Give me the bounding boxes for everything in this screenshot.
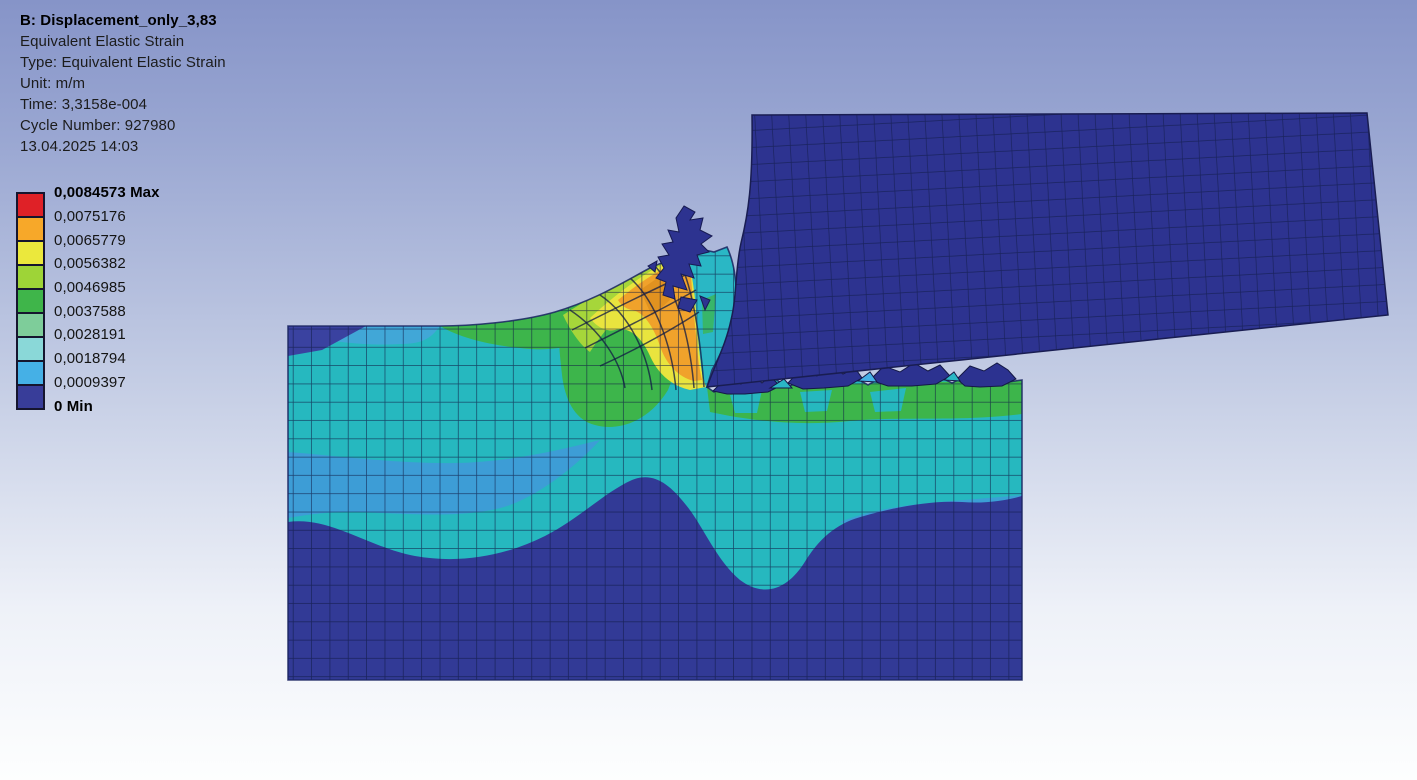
- legend-band[interactable]: [18, 386, 43, 408]
- legend-band[interactable]: [18, 338, 43, 362]
- legend-tick-label: 0,0009397: [54, 371, 160, 395]
- graphics-viewport[interactable]: B: Displacement_only_3,83 Equivalent Ela…: [0, 0, 1417, 780]
- legend-tick-label: 0,0046985: [54, 276, 160, 300]
- legend-band[interactable]: [18, 242, 43, 266]
- result-time-line: Time: 3,3158e-004: [20, 94, 226, 115]
- legend-band[interactable]: [18, 266, 43, 290]
- result-info-block: B: Displacement_only_3,83 Equivalent Ela…: [20, 10, 226, 157]
- legend-labels: 0,0084573 Max 0,0075176 0,0065779 0,0056…: [54, 181, 160, 418]
- result-name-line: Equivalent Elastic Strain: [20, 31, 226, 52]
- surface-shard: [957, 363, 1016, 387]
- legend-tick-label: 0,0037588: [54, 299, 160, 323]
- legend-color-bar[interactable]: [16, 192, 45, 410]
- legend-tick-label: 0,0028191: [54, 323, 160, 347]
- legend-tick-label: 0,0056382: [54, 252, 160, 276]
- legend-tick-label: 0,0075176: [54, 205, 160, 229]
- legend-band[interactable]: [18, 218, 43, 242]
- cutting-tool-mesh[interactable]: [690, 90, 1410, 410]
- legend-band[interactable]: [18, 194, 43, 218]
- result-title: B: Displacement_only_3,83: [20, 10, 226, 31]
- legend-band[interactable]: [18, 290, 43, 314]
- legend-min-label: 0 Min: [54, 394, 160, 418]
- result-type-line: Type: Equivalent Elastic Strain: [20, 52, 226, 73]
- legend-max-label: 0,0084573 Max: [54, 181, 160, 205]
- legend-tick-label: 0,0065779: [54, 228, 160, 252]
- tool-grid: [690, 90, 1410, 410]
- result-date-line: 13.04.2025 14:03: [20, 136, 226, 157]
- legend-tick-label: 0,0018794: [54, 347, 160, 371]
- legend-band[interactable]: [18, 362, 43, 386]
- legend-band[interactable]: [18, 314, 43, 338]
- result-unit-line: Unit: m/m: [20, 73, 226, 94]
- result-cycle-line: Cycle Number: 927980: [20, 115, 226, 136]
